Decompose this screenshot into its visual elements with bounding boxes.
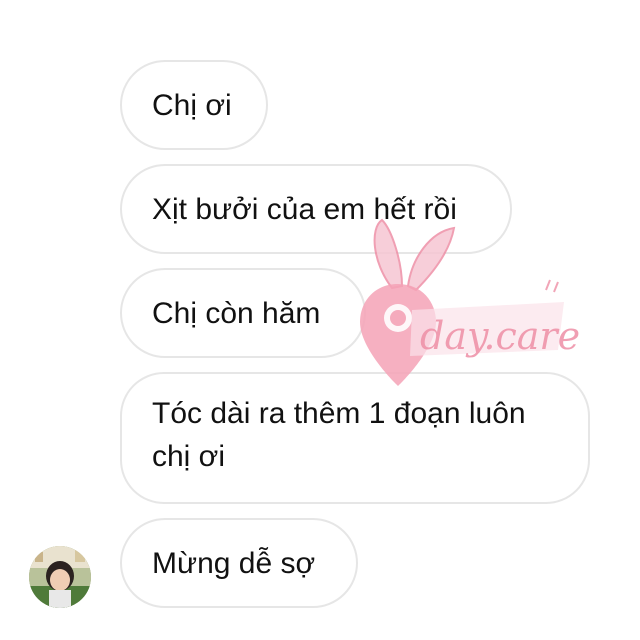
message-bubble[interactable]: Chị ơi: [120, 60, 268, 150]
message-bubble[interactable]: Mừng dễ sợ: [120, 518, 358, 608]
watermark-text: day.care: [420, 314, 581, 358]
avatar-photo-icon: [29, 546, 91, 608]
message-text: Chị còn hăm: [152, 296, 321, 330]
message-text: Tóc dài ra thêm 1 đoạn luôn chị ơi: [152, 397, 526, 473]
message-text: Chị ơi: [152, 88, 232, 122]
chat-thread: Chị ơi Xịt bưởi của em hết rồi Chị còn h…: [0, 0, 640, 640]
message-bubble[interactable]: Tóc dài ra thêm 1 đoạn luôn chị ơi: [120, 372, 590, 504]
message-text: Mừng dễ sợ: [152, 546, 316, 580]
sender-avatar[interactable]: [29, 546, 91, 608]
message-text: Xịt bưởi của em hết rồi: [152, 192, 457, 226]
message-bubble[interactable]: Chị còn hăm: [120, 268, 366, 358]
message-bubble[interactable]: Xịt bưởi của em hết rồi: [120, 164, 512, 254]
